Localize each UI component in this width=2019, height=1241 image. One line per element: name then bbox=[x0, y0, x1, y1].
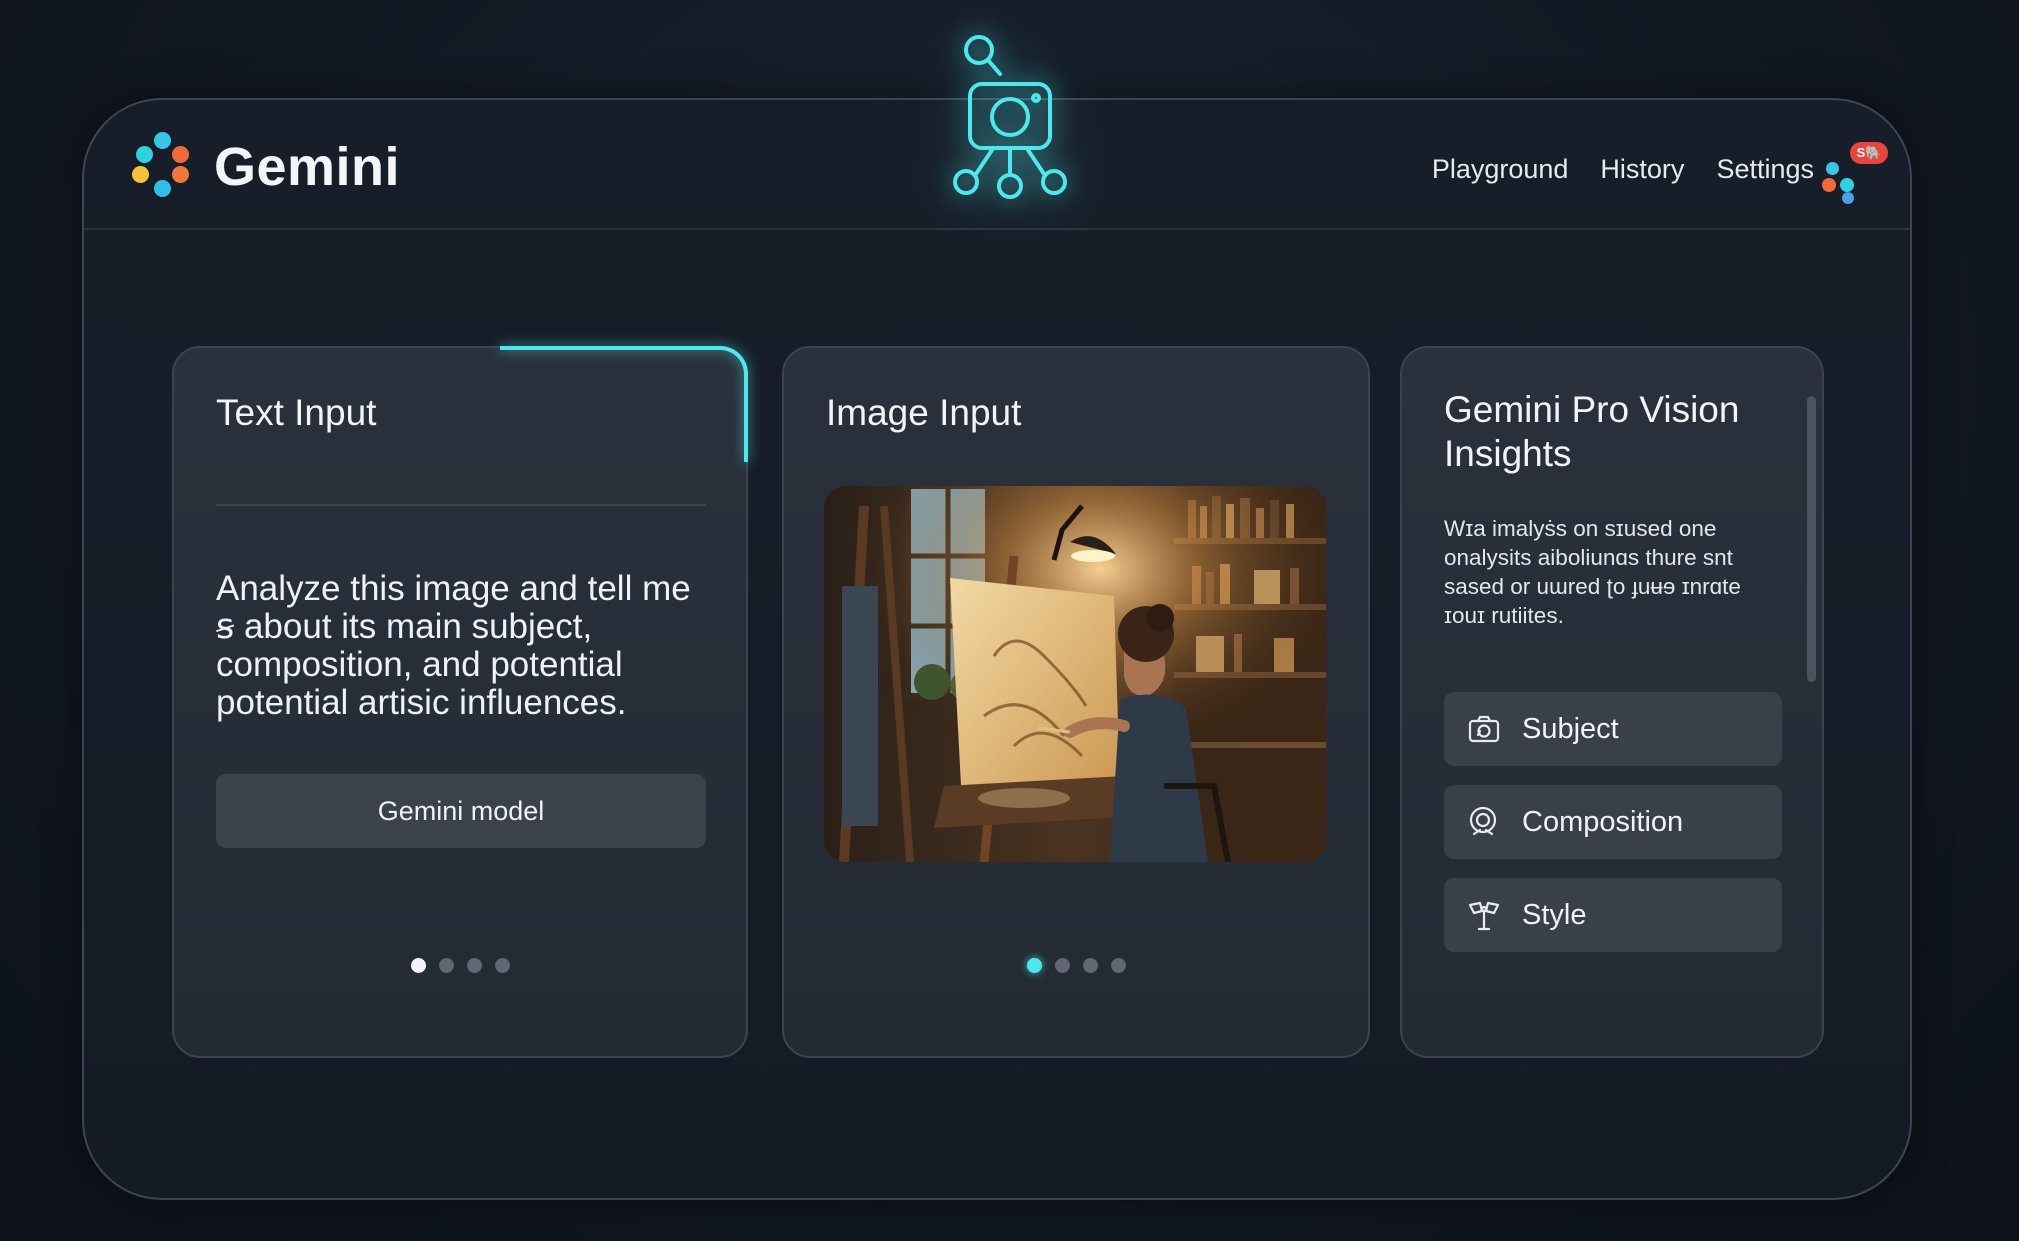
text-input-pager bbox=[174, 958, 746, 973]
gemini-model-button[interactable]: Gemini model bbox=[216, 774, 706, 848]
pager-dot[interactable] bbox=[1026, 958, 1042, 973]
camera-network-icon bbox=[940, 32, 1090, 212]
pager-dot[interactable] bbox=[1110, 958, 1126, 973]
brand-name: Gemini bbox=[214, 137, 401, 197]
gemini-logo-icon bbox=[132, 132, 194, 202]
notification-badge[interactable]: S🐘 bbox=[1850, 142, 1888, 164]
divider bbox=[216, 504, 706, 506]
scrollbar-thumb[interactable] bbox=[1807, 396, 1816, 682]
style-brush-icon bbox=[1468, 901, 1500, 931]
pager-dot[interactable] bbox=[1054, 958, 1070, 973]
insights-title: Gemini Pro Vision Insights bbox=[1444, 389, 1740, 474]
insights-description: Wɪa imalyṡs on sɪused one onalysits aibo… bbox=[1444, 516, 1741, 628]
top-nav: Playground History Settings bbox=[1432, 154, 1814, 185]
nav-history[interactable]: History bbox=[1600, 154, 1684, 185]
pager-dot[interactable] bbox=[466, 958, 482, 973]
image-input-title: Image Input bbox=[826, 392, 1022, 433]
brand[interactable]: Gemini bbox=[132, 132, 400, 202]
prompt-text[interactable]: Analyze this image and tell me ꞩ about i… bbox=[216, 570, 716, 722]
app-window: Gemini Playground History Settings S🐘 Te… bbox=[82, 35, 1912, 1200]
nav-settings[interactable]: Settings bbox=[1716, 154, 1814, 185]
subject-chip-label: Subject bbox=[1522, 712, 1619, 745]
account-avatar[interactable]: S🐘 bbox=[1822, 142, 1888, 204]
camera-scan-icon bbox=[1468, 715, 1500, 743]
composition-chip-label: Composition bbox=[1522, 805, 1684, 838]
woman-painting-at-easel-image[interactable] bbox=[824, 486, 1326, 862]
pager-dot[interactable] bbox=[410, 958, 426, 973]
style-chip[interactable]: Style bbox=[1444, 878, 1782, 952]
image-input-card: Image Input bbox=[782, 346, 1370, 1058]
style-chip-label: Style bbox=[1522, 898, 1587, 931]
composition-chip[interactable]: Composition bbox=[1444, 785, 1782, 859]
text-input-title: Text Input bbox=[216, 392, 377, 433]
subject-chip[interactable]: Subject bbox=[1444, 692, 1782, 766]
pager-dot[interactable] bbox=[438, 958, 454, 973]
active-glow-edge bbox=[500, 346, 748, 462]
text-input-card: Text Input Analyze this image and tell m… bbox=[172, 346, 748, 1058]
top-header: Gemini Playground History Settings S🐘 bbox=[84, 35, 1910, 230]
composition-target-icon bbox=[1469, 806, 1497, 836]
insights-card: Gemini Pro Vision Insights Wɪa imalyṡs o… bbox=[1400, 346, 1824, 1058]
pager-dot[interactable] bbox=[1082, 958, 1098, 973]
image-input-pager bbox=[784, 958, 1368, 973]
nav-playground[interactable]: Playground bbox=[1432, 154, 1569, 185]
pager-dot[interactable] bbox=[494, 958, 510, 973]
